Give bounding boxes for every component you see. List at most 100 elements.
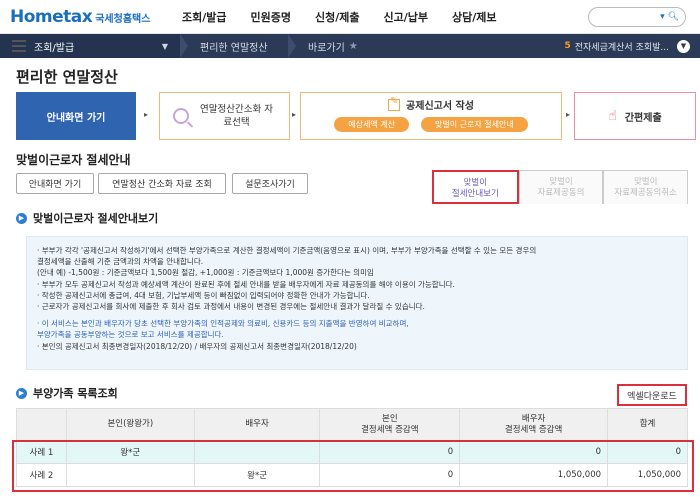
info-line: · 작성한 공제신고서에 총급여, 4대 보험, 기납부세액 등이 빠짐없이 입… [37,290,370,300]
breadcrumb-separator [288,34,296,58]
tab-data-consent[interactable]: 맞벌이 자료제공동의 [518,170,604,204]
col-total: 합계 [607,408,688,441]
favorite-star-icon[interactable]: ★ [349,41,358,52]
bullet-arrow-icon: ▶ [16,387,27,399]
hometax-logo[interactable]: Hometax 국세청홈택스 [10,7,160,27]
search-input[interactable]: ▾ 🔍︎ [588,6,686,27]
chevron-down-circle-icon[interactable]: ▼ [677,39,690,53]
excel-download-button[interactable]: 엑셀다운로드 [617,384,687,406]
info-line: · 부부가 각각 '공제신고서 작성하기'에서 선택한 부양가족으로 계산한 결… [37,246,537,255]
survey-button[interactable]: 설문조사가기 [232,173,308,194]
section-title: 맞벌이근로자 절세안내 [16,153,131,167]
tab-label: 자료제공동의 [537,188,585,198]
page-title: 편리한 연말정산 [16,68,118,86]
notice-count: 5 [564,41,571,51]
step-submit-label: 간편제출 [624,112,662,124]
cell-spouse: 왕*군 [193,463,321,487]
info-line: · 부부가 모두 공제신고서 작성과 예상세액 계산이 완료된 후에 절세 안내… [37,279,455,289]
step-deduction-label: 공제신고서 작성 [406,101,474,112]
breadcrumb-item-shortcut[interactable]: 바로가기 ★ [296,34,396,58]
breadcrumb-label: 바로가기 [308,42,345,54]
tab-tax-saving-guide[interactable]: 맞벌이 절세안내보기 [432,170,519,204]
cell-spouse-amount: 0 [459,440,609,464]
arrow-right-icon: ▸ [144,110,149,119]
cell-total: 1,050,000 [607,463,688,487]
info-heading-text: 맞벌이근로자 절세안내보기 [33,212,159,225]
cell-total: 0 [607,440,688,464]
table-heading: ▶ 부양가족 목록조회 [16,385,118,401]
step-deduction-form: 공제신고서 작성 예상세액 계산 맞벌이 근로자 절세안내 [300,92,562,140]
dependents-table: 본인(왕왕가) 배우자 본인 결정세액 증감액 배우자 결정세액 증감액 합계 … [16,408,688,487]
cell-self [65,463,195,487]
col-self-amount-line1: 본인 [382,413,398,424]
tab-consent-cancel[interactable]: 맞벌이 자료제공동의취소 [603,170,689,204]
top-header: Hometax 국세청홈택스 조회/발급 민원증명 신청/제출 신고/납부 상담… [0,0,700,34]
step-simplified-label: 연말정산간소화 자료선택 [200,104,273,128]
tab-group: 맞벌이 절세안내보기 맞벌이 자료제공동의 맞벌이 자료제공동의취소 [432,170,689,204]
breadcrumb-label: 편리한 연말정산 [200,42,268,54]
step-flow: 안내화면 가기 ▸ 연말정산간소화 자료선택 ▸ 공제신고서 작성 예상세액 계… [16,90,696,142]
breadcrumb-separator [180,34,188,58]
hand-pointer-icon: ☝ [608,108,617,124]
table-heading-text: 부양가족 목록조회 [33,387,118,400]
arrow-right-icon: ▸ [292,110,297,119]
notice-ticker[interactable]: 5 전자세금계산서 조회발... ▼ [564,39,700,53]
info-box: · 부부가 각각 '공제신고서 작성하기'에서 선택한 부양가족으로 계산한 결… [26,236,688,370]
breadcrumb-bar: 조회/발급 ▼ 편리한 연말정산 바로가기 ★ 5 전자세금계산서 조회발...… [0,34,700,58]
simplified-data-button[interactable]: 연말정산 간소화 자료 조회 [98,173,226,194]
info-notice-line: · 이 서비스는 본인과 배우자가 당초 선택한 부양가족의 인적공제와 의료비… [37,319,409,329]
info-line: · 근로자가 공제신고서를 회사에 제출한 후 회사 검토 과정에서 내용이 변… [37,302,425,312]
menu-select[interactable]: 조회/발급 ▼ [0,34,180,58]
tab-label: 맞벌이 [549,177,573,187]
info-line: 결정세액을 산출해 기준 금액과의 차액을 안내합니다. [37,257,204,267]
tab-label: 맞벌이 [463,178,488,188]
tab-label: 맞벌이 [633,177,658,187]
cell-self-amount: 0 [319,440,461,464]
info-notice-line: 부양가족을 공동부양하는 것으로 보고 서비스를 제공합니다. [37,330,224,340]
info-line: · 본인의 공제신고서 최종변경일자(2018/12/20) / 배우자의 공제… [37,341,357,351]
tab-label: 절세안내보기 [451,189,499,199]
notice-text: 전자세금계산서 조회발... [574,42,669,53]
dual-income-guide-button[interactable]: 맞벌이 근로자 절세안내 [421,117,528,132]
col-case [16,408,67,441]
global-nav: 조회/발급 민원증명 신청/제출 신고/납부 상담/제보 [182,9,588,25]
chevron-down-icon[interactable]: ▼ [162,42,168,51]
estimate-tax-button[interactable]: 예상세액 계산 [334,117,409,132]
step-simple-submit[interactable]: ☝ 간편제출 [574,92,696,140]
menu-current-label: 조회/발급 [34,42,75,54]
form-edit-icon [388,96,401,111]
logo-subtext: 국세청홈택스 [95,13,151,25]
col-spouse-amount-line2: 결정세액 증감액 [504,424,563,435]
cell-case: 사례 1 [16,440,67,464]
menu-icon[interactable] [12,40,26,52]
table-row[interactable]: 사례 2 왕*군 0 1,050,000 1,050,000 [16,463,688,487]
col-spouse-amount: 배우자 결정세액 증감액 [459,408,609,441]
info-line: (안내 예) -1,500원 : 기준금액보다 1,500원 절감, +1,00… [37,268,374,278]
col-self: 본인(왕왕가) [65,408,195,441]
logo-text: Hometax [10,6,93,27]
col-self-amount-line2: 결정세액 증감액 [361,424,419,435]
gnb-item-consult[interactable]: 상담/제보 [452,9,497,25]
gnb-item-certificate[interactable]: 민원증명 [251,9,291,25]
cell-self-amount: 0 [319,463,461,487]
arrow-right-icon: ▸ [566,110,571,119]
tab-label: 자료제공동의취소 [614,188,677,198]
table-header-row: 본인(왕왕가) 배우자 본인 결정세액 증감액 배우자 결정세액 증감액 합계 [16,408,688,441]
gnb-item-apply[interactable]: 신청/제출 [315,9,360,25]
cell-self: 왕*군 [65,440,195,464]
step-guide-button[interactable]: 안내화면 가기 [16,92,136,140]
info-heading: ▶ 맞벌이근로자 절세안내보기 [16,210,158,226]
breadcrumb-item-yearend[interactable]: 편리한 연말정산 [188,34,288,58]
search-icon[interactable]: 🔍︎ [665,12,679,22]
step-simplified-data[interactable]: 연말정산간소화 자료선택 [159,92,290,140]
gnb-item-inquiry[interactable]: 조회/발급 [182,9,227,25]
gnb-item-report[interactable]: 신고/납부 [383,9,428,25]
cell-spouse-amount: 1,050,000 [459,463,609,487]
cell-case: 사례 2 [16,463,67,487]
guide-screen-button[interactable]: 안내화면 가기 [16,173,94,194]
cell-spouse [193,440,321,464]
table-row[interactable]: 사례 1 왕*군 0 0 0 [16,440,688,464]
bullet-arrow-icon: ▶ [16,212,27,224]
col-self-amount: 본인 결정세액 증감액 [319,408,461,441]
magnifier-icon [172,108,189,124]
